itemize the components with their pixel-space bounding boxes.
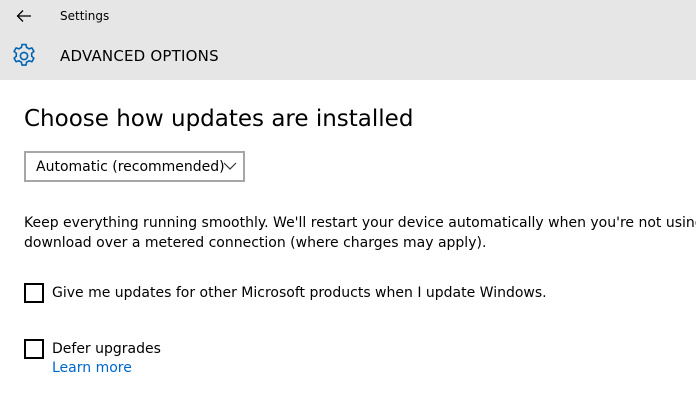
- other-products-checkbox[interactable]: [24, 283, 44, 303]
- page-title: ADVANCED OPTIONS: [60, 47, 219, 65]
- other-products-label: Give me updates for other Microsoft prod…: [52, 285, 547, 301]
- defer-upgrades-checkbox[interactable]: [24, 339, 44, 359]
- install-mode-selected: Automatic (recommended): [36, 159, 225, 175]
- defer-upgrades-label: Defer upgrades: [52, 341, 161, 357]
- install-mode-dropdown[interactable]: Automatic (recommended): [24, 151, 245, 182]
- settings-header-bar: Settings ADVANCED OPTIONS: [0, 0, 696, 80]
- arrow-left-icon: [16, 10, 31, 22]
- other-products-option[interactable]: Give me updates for other Microsoft prod…: [24, 283, 547, 303]
- gear-icon: [13, 43, 35, 66]
- defer-upgrades-option[interactable]: Defer upgrades: [24, 339, 161, 359]
- window-title: Settings: [60, 9, 110, 23]
- chevron-down-icon: [223, 162, 237, 170]
- section-title: Choose how updates are installed: [24, 106, 414, 132]
- update-description: Keep everything running smoothly. We'll …: [24, 213, 696, 253]
- description-line: download over a metered connection (wher…: [24, 235, 487, 251]
- description-line: Keep everything running smoothly. We'll …: [24, 215, 696, 231]
- learn-more-link[interactable]: Learn more: [52, 359, 132, 377]
- back-button[interactable]: [10, 4, 38, 28]
